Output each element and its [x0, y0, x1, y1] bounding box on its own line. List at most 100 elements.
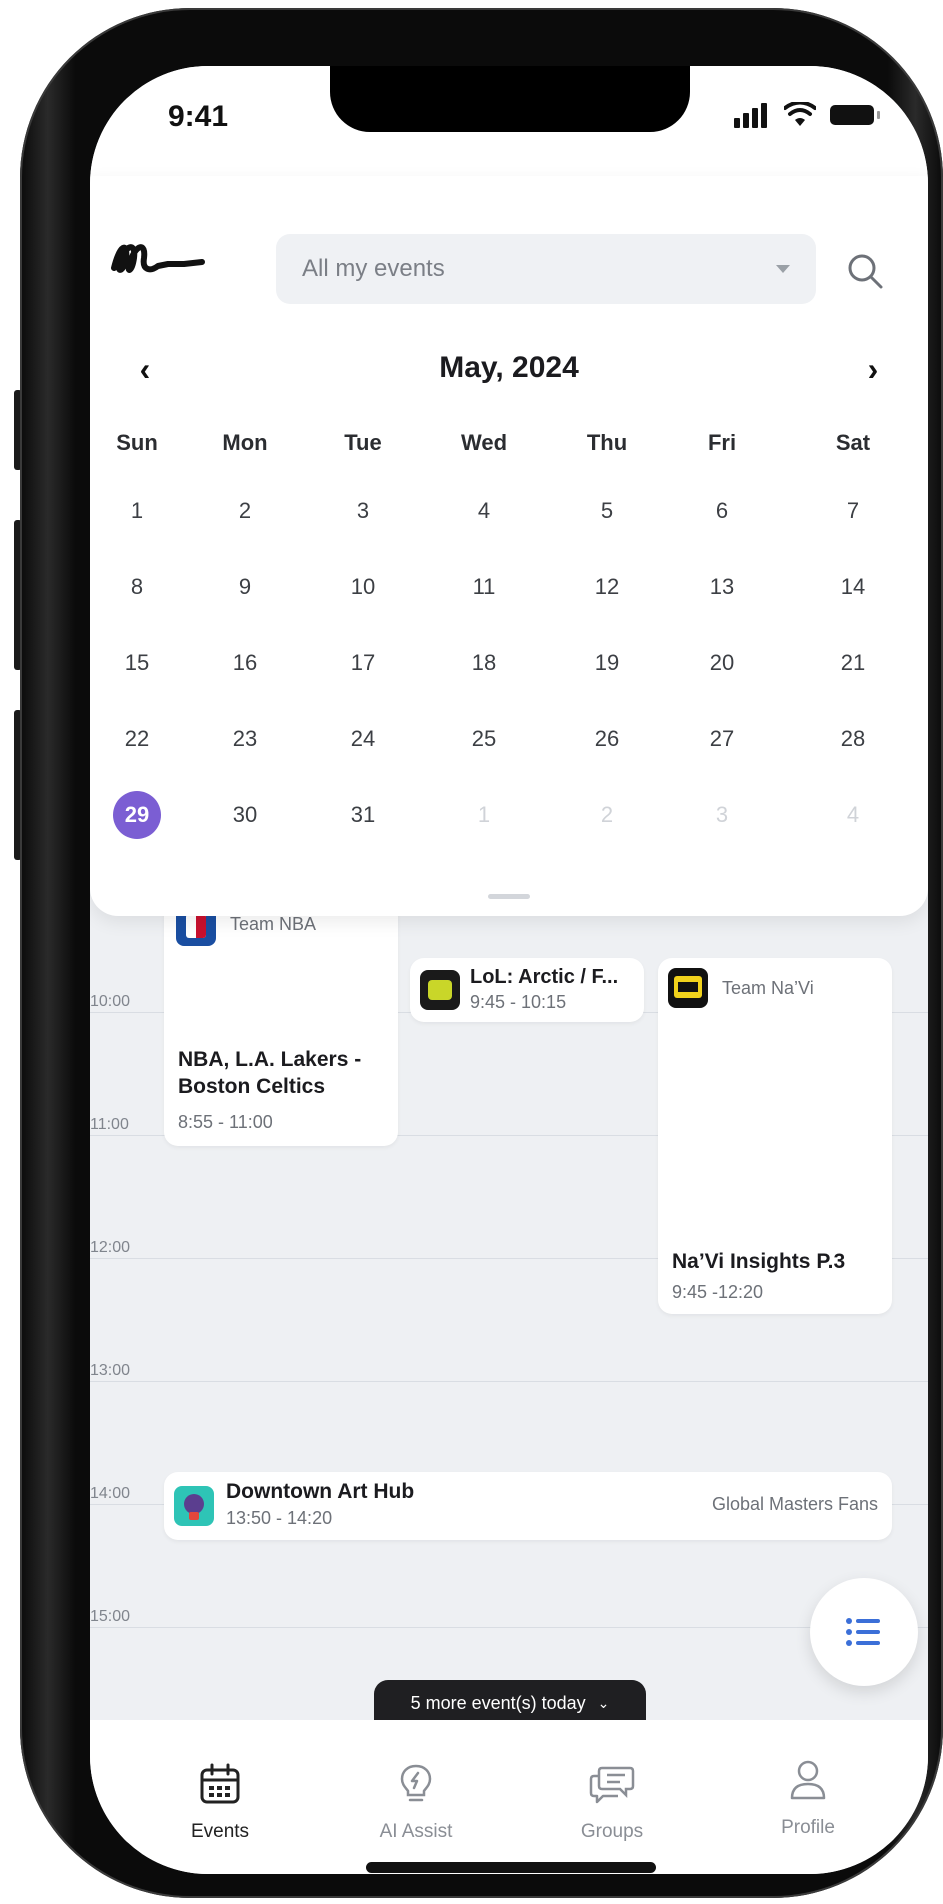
app-screen: 9:41 All my events ‹ May, 2024 › Sun Mon…	[90, 66, 928, 1874]
selected-day-badge: 29	[113, 791, 161, 839]
esports-team-icon	[420, 970, 460, 1010]
calendar-day[interactable]: 19	[548, 650, 666, 676]
calendar-day[interactable]: 1	[90, 498, 184, 524]
search-icon[interactable]	[845, 251, 885, 291]
panel-drag-handle[interactable]	[488, 894, 530, 899]
event-time: 9:45 - 10:15	[470, 992, 567, 1012]
hour-label: 10:00	[90, 993, 131, 1010]
weekday-label: Sun	[116, 430, 158, 455]
hour-label: 12:00	[90, 1239, 131, 1256]
event-filter-select[interactable]: All my events	[276, 234, 816, 304]
weekday-header: Sun Mon Tue Wed Thu Fri Sat	[90, 430, 928, 456]
chat-bubbles-icon	[589, 1766, 635, 1804]
calendar-day[interactable]: 31	[306, 802, 420, 839]
calendar-day[interactable]: 12	[548, 574, 666, 600]
calendar-day[interactable]: 8	[90, 574, 184, 600]
tab-label: Profile	[781, 1817, 835, 1838]
calendar-day[interactable]: 22	[90, 726, 184, 752]
calendar-week: 8 9 10 11 12 13 14	[90, 574, 928, 600]
app-logo-icon	[111, 244, 205, 273]
event-title: LoL: Arctic / F...	[470, 966, 619, 988]
hour-line	[90, 1381, 928, 1382]
calendar-day[interactable]: 27	[666, 726, 778, 752]
calendar-day[interactable]: 4	[420, 498, 548, 524]
event-title: NBA, L.A. Lakers - Boston Celtics	[178, 1048, 362, 1098]
event-time: 9:45 -12:20	[672, 1282, 764, 1302]
event-title: Na’Vi Insights P.3	[672, 1250, 846, 1273]
calendar-day-next-month[interactable]: 1	[420, 802, 548, 839]
calendar-week: 1 2 3 4 5 6 7	[90, 498, 928, 524]
more-events-label: 5 more event(s) today	[410, 1692, 586, 1713]
event-card-lol[interactable]: LoL: Arctic / F... 9:45 - 10:15	[410, 958, 644, 1022]
hour-label: 11:00	[90, 1116, 129, 1133]
calendar-day-next-month[interactable]: 4	[778, 802, 928, 839]
month-title: May, 2024	[439, 351, 579, 384]
tab-label: Events	[190, 1821, 250, 1842]
list-icon	[846, 1618, 880, 1646]
tab-events[interactable]: Events	[150, 1762, 290, 1843]
tab-groups[interactable]: Groups	[542, 1762, 682, 1843]
calendar-day[interactable]: 16	[184, 650, 306, 676]
calendar-day[interactable]: 25	[420, 726, 548, 752]
calendar-week: 22 23 24 25 26 27 28	[90, 726, 928, 752]
calendar-day[interactable]: 15	[90, 650, 184, 676]
calendar-day[interactable]: 7	[778, 498, 928, 524]
person-icon	[790, 1760, 826, 1800]
hour-label: 13:00	[90, 1362, 131, 1379]
calendar-day[interactable]: 18	[420, 650, 548, 676]
month-header: ‹ May, 2024 ›	[90, 341, 928, 401]
status-bar: 9:41	[90, 66, 928, 176]
next-month-button[interactable]: ›	[858, 351, 888, 387]
calendar-day[interactable]: 13	[666, 574, 778, 600]
event-source: Team NBA	[230, 914, 317, 934]
calendar-day[interactable]: 2	[184, 498, 306, 524]
calendar-day[interactable]: 30	[184, 802, 306, 839]
home-indicator	[366, 1862, 656, 1873]
phone-frame: 9:41 All my events ‹ May, 2024 › Sun Mon…	[20, 8, 943, 1898]
event-card-navi[interactable]: Team Na’Vi Na’Vi Insights P.3 9:45 -12:2…	[658, 958, 892, 1314]
calendar-day[interactable]: 3	[306, 498, 420, 524]
event-time: 8:55 - 11:00	[178, 1112, 273, 1132]
calendar-icon	[200, 1763, 240, 1804]
battery-icon	[830, 105, 880, 125]
navi-logo-icon	[668, 968, 708, 1008]
tab-label: Groups	[580, 1821, 644, 1842]
calendar-day[interactable]: 9	[184, 574, 306, 600]
event-card-nba[interactable]: Team NBA NBA, L.A. Lakers - Boston Celti…	[164, 896, 398, 1146]
calendar-day[interactable]: 6	[666, 498, 778, 524]
signal-icon	[734, 102, 770, 128]
day-timeline: 10:00 11:00 12:00 13:00 14:00 15:00 Team…	[90, 896, 928, 1756]
tab-label: AI Assist	[379, 1821, 453, 1842]
calendar-day-next-month[interactable]: 3	[666, 802, 778, 839]
list-view-button[interactable]	[810, 1578, 918, 1686]
calendar-day[interactable]: 5	[548, 498, 666, 524]
calendar-day[interactable]: 23	[184, 726, 306, 752]
hour-line	[90, 1627, 928, 1628]
weekday-label: Tue	[344, 430, 382, 455]
calendar-day[interactable]: 14	[778, 574, 928, 600]
tab-ai-assist[interactable]: AI Assist	[346, 1762, 486, 1843]
event-source: Team Na’Vi	[722, 978, 814, 998]
calendar-week: 29 30 31 1 2 3 4	[90, 791, 928, 839]
event-group: Global Masters Fans	[711, 1494, 878, 1514]
calendar-week: 15 16 17 18 19 20 21	[90, 650, 928, 676]
tab-profile[interactable]: Profile	[738, 1758, 878, 1839]
weekday-label: Sat	[835, 430, 871, 455]
chevron-down-icon	[776, 265, 790, 273]
hour-label: 15:00	[90, 1608, 131, 1625]
calendar-day[interactable]: 28	[778, 726, 928, 752]
calendar-day-next-month[interactable]: 2	[548, 802, 666, 839]
calendar-day[interactable]: 11	[420, 574, 548, 600]
calendar-day[interactable]: 17	[306, 650, 420, 676]
calendar-day[interactable]: 20	[666, 650, 778, 676]
calendar-panel: All my events ‹ May, 2024 › Sun Mon Tue …	[90, 176, 928, 916]
calendar-day[interactable]: 10	[306, 574, 420, 600]
weekday-label: Mon	[222, 430, 268, 455]
calendar-day[interactable]: 26	[548, 726, 666, 752]
calendar-day-selected[interactable]: 29	[90, 791, 184, 839]
calendar-day[interactable]: 21	[778, 650, 928, 676]
event-time: 13:50 - 14:20	[226, 1508, 333, 1528]
lightbulb-icon	[400, 1764, 432, 1802]
event-card-art-hub[interactable]: Downtown Art Hub 13:50 - 14:20 Global Ma…	[164, 1472, 892, 1540]
calendar-day[interactable]: 24	[306, 726, 420, 752]
